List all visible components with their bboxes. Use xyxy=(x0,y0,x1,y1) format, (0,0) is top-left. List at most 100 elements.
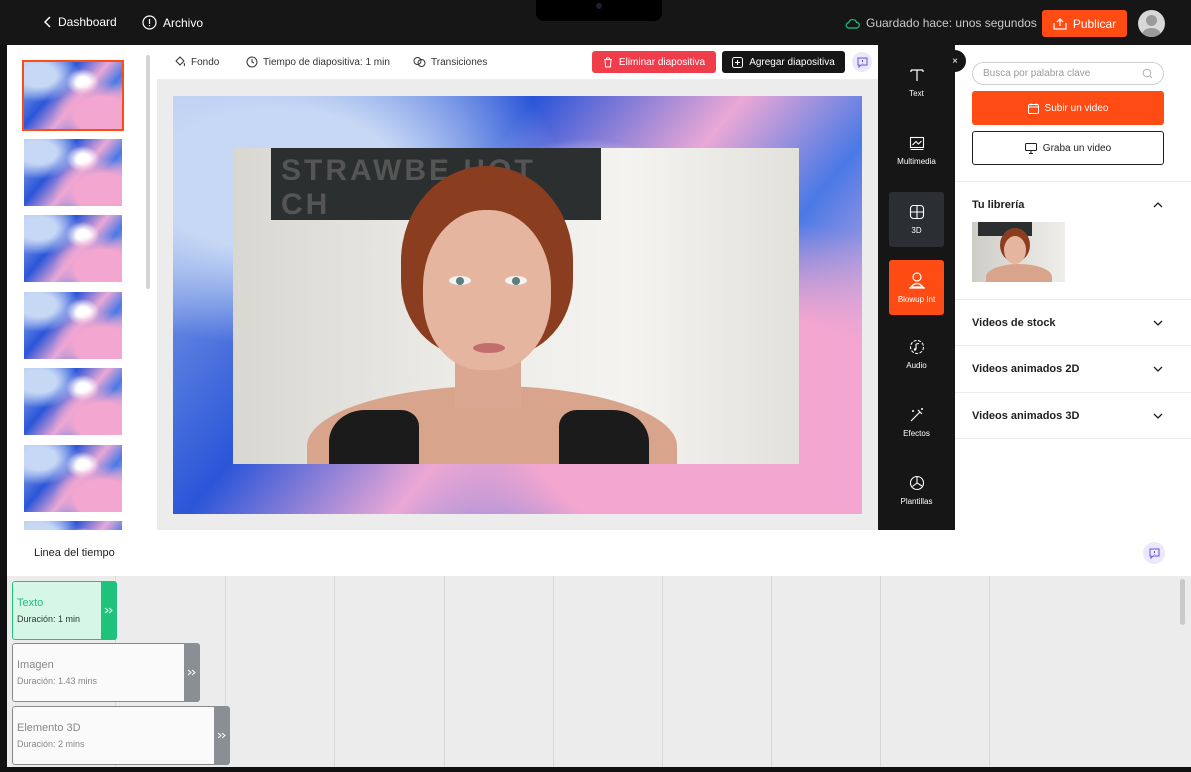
clock-icon xyxy=(246,56,258,68)
chevron-down-icon xyxy=(1153,366,1163,372)
stock-videos-title: Videos de stock xyxy=(972,317,1056,329)
canvas-area: STRAWBE HOT CH xyxy=(157,80,878,530)
timeline-title: Linea del tiempo xyxy=(34,547,115,559)
monitor-icon xyxy=(1024,142,1037,154)
add-slide-button[interactable]: Agregar diapositiva xyxy=(722,51,845,73)
publish-label: Publicar xyxy=(1072,16,1117,31)
timeline-gridline xyxy=(662,576,663,767)
comments-button[interactable] xyxy=(852,52,872,72)
save-status: Guardado hace: unos segundos xyxy=(845,16,1037,30)
rail-item-label: Multimedia xyxy=(897,157,936,166)
timeline-clip-text[interactable]: Texto Duración: 1 min xyxy=(12,581,117,640)
info-circle-icon xyxy=(142,15,157,30)
timeline-gridline xyxy=(771,576,772,767)
clip-resize-handle[interactable] xyxy=(214,706,230,765)
library-video-thumbnail[interactable] xyxy=(972,222,1065,282)
clip-name: Imagen xyxy=(17,659,54,671)
timeline-comments-button[interactable] xyxy=(1143,542,1165,564)
timeline-clip-3d[interactable]: Elemento 3D Duración: 2 mins xyxy=(12,706,230,765)
slide-thumbnail[interactable] xyxy=(24,215,122,282)
timeline-track: Texto Duración: 1 min Imagen Duración: 1… xyxy=(7,576,1191,767)
clip-resize-handle[interactable] xyxy=(101,581,117,640)
upload-video-button[interactable]: Subir un video xyxy=(972,91,1164,125)
slide-thumbnail[interactable] xyxy=(24,445,122,512)
camera-notch xyxy=(536,0,662,21)
slide-thumbnails xyxy=(7,45,156,530)
slide-thumbnail[interactable] xyxy=(24,521,122,530)
text-icon xyxy=(909,69,924,81)
rail-item-multimedia[interactable]: Multimedia xyxy=(889,123,944,178)
background-button[interactable]: Fondo xyxy=(174,56,219,68)
chevron-down-icon xyxy=(1153,413,1163,419)
templates-icon xyxy=(909,475,924,491)
rail-item-label: 3D xyxy=(911,226,922,235)
rail-item-3d[interactable]: 3D xyxy=(889,192,944,247)
double-chevron-right-icon xyxy=(187,669,196,676)
rail-item-templates[interactable]: Plantillas xyxy=(889,463,944,518)
slide-thumbnail[interactable] xyxy=(22,60,124,131)
rail-item-label: Blowup Int xyxy=(897,295,936,304)
rail-item-blowup[interactable]: Blowup Int xyxy=(889,260,944,315)
animated-2d-title: Videos animados 2D xyxy=(972,363,1080,375)
transitions-icon xyxy=(413,57,426,67)
record-video-button[interactable]: Graba un video xyxy=(972,131,1164,165)
photo-eye-right xyxy=(505,276,527,285)
save-status-text: Guardado hace: unos segundos xyxy=(866,16,1037,30)
audio-icon xyxy=(909,339,924,355)
publish-button[interactable]: Publicar xyxy=(1042,10,1127,37)
double-chevron-right-icon xyxy=(104,607,113,614)
plus-square-icon xyxy=(732,56,744,68)
photo-top-right xyxy=(559,410,649,464)
clip-body xyxy=(12,706,214,765)
rail-item-label: Audio xyxy=(906,361,927,370)
transitions-label: Transiciones xyxy=(431,56,488,68)
record-video-label: Graba un video xyxy=(1042,142,1112,154)
rail-item-effects[interactable]: Efectos xyxy=(889,395,944,450)
chevron-down-icon xyxy=(1153,320,1163,326)
slide-thumbnail[interactable] xyxy=(24,292,122,359)
timeline-clip-image[interactable]: Imagen Duración: 1.43 mins xyxy=(12,643,200,702)
rail-item-label: Text xyxy=(909,89,924,98)
slide-image[interactable]: STRAWBE HOT CH xyxy=(233,148,799,464)
camera-icon xyxy=(596,3,602,9)
effects-icon xyxy=(910,408,923,422)
slide-thumbnail[interactable] xyxy=(24,139,122,206)
stock-videos-section[interactable]: Videos de stock xyxy=(955,299,1191,345)
multimedia-icon xyxy=(909,136,924,151)
transitions-button[interactable]: Transiciones xyxy=(413,56,487,68)
close-panel-button[interactable]: × xyxy=(944,50,966,72)
clip-body xyxy=(12,643,184,702)
library-title[interactable]: Tu librería xyxy=(972,199,1024,211)
clip-duration: Duración: 1 min xyxy=(17,614,81,624)
file-menu-button[interactable]: Archivo xyxy=(142,15,203,30)
animated-3d-section[interactable]: Videos animados 3D xyxy=(955,392,1191,439)
upload-calendar-icon xyxy=(1027,103,1039,114)
clip-duration: Duración: 2 mins xyxy=(17,739,85,749)
upload-video-label: Subir un video xyxy=(1044,102,1109,114)
trash-icon xyxy=(603,57,612,67)
media-panel: Busca por palabra clave Subir un video G… xyxy=(955,45,1191,530)
chevron-up-icon[interactable] xyxy=(1153,201,1163,208)
animated-2d-section[interactable]: Videos animados 2D xyxy=(955,345,1191,392)
delete-slide-button[interactable]: Eliminar diapositiva xyxy=(592,51,716,73)
clip-duration: Duración: 1.43 mins xyxy=(17,676,98,686)
search-input[interactable]: Busca por palabra clave xyxy=(972,62,1164,85)
timeline-gridline xyxy=(989,576,990,767)
slide-canvas[interactable]: STRAWBE HOT CH xyxy=(173,96,862,514)
clip-resize-handle[interactable] xyxy=(184,643,200,702)
rail-item-text[interactable]: Text xyxy=(889,55,944,110)
double-chevron-right-icon xyxy=(217,732,226,739)
dashboard-label: Dashboard xyxy=(58,15,117,29)
slide-thumbnail[interactable] xyxy=(24,368,122,435)
timeline-gridline xyxy=(880,576,881,767)
dashboard-back-button[interactable]: Dashboard xyxy=(44,15,117,29)
search-placeholder: Busca por palabra clave xyxy=(983,68,1091,79)
slide-time-button[interactable]: Tiempo de diapositiva: 1 min xyxy=(246,56,390,68)
rail-item-audio[interactable]: Audio xyxy=(889,327,944,382)
timeline-scrollbar[interactable] xyxy=(1180,579,1185,625)
editor-app: Fondo Tiempo de diapositiva: 1 min Trans… xyxy=(7,45,1191,767)
thumbnails-scrollbar[interactable] xyxy=(146,55,150,289)
animated-3d-title: Videos animados 3D xyxy=(972,410,1080,422)
user-avatar[interactable] xyxy=(1138,10,1165,37)
paint-bucket-icon xyxy=(175,56,185,67)
